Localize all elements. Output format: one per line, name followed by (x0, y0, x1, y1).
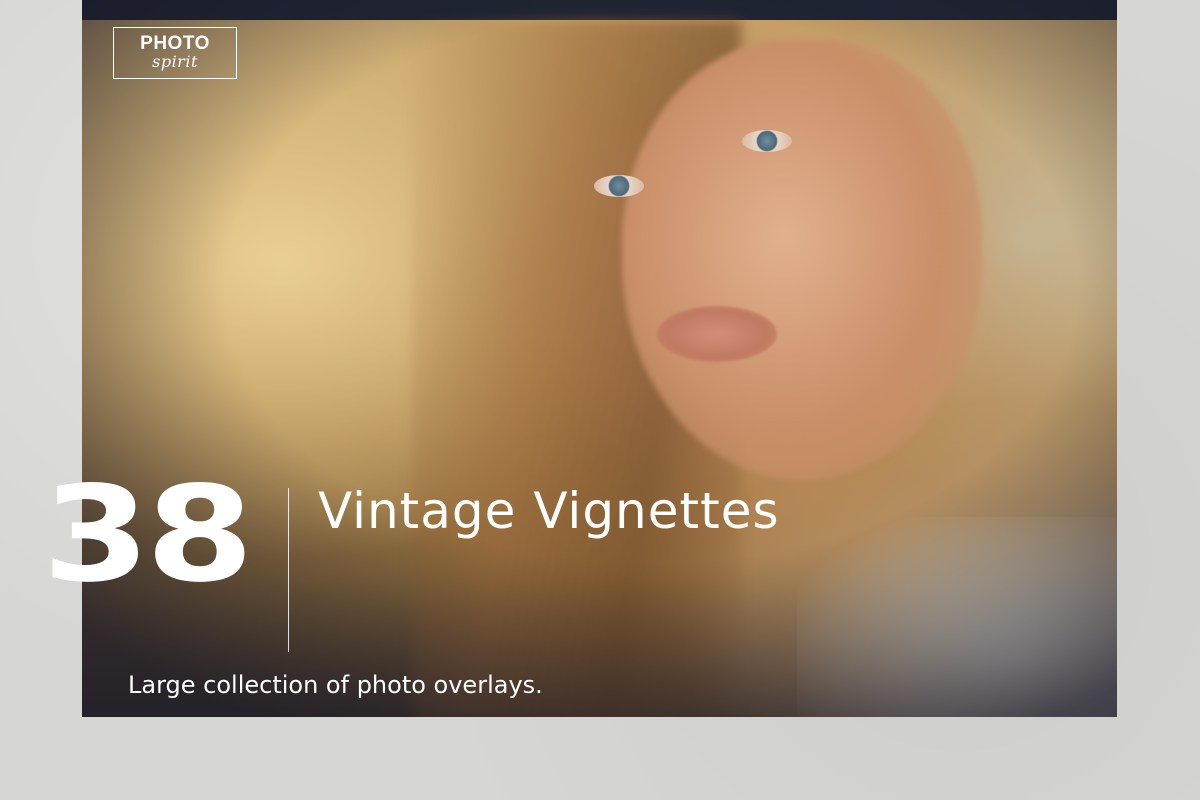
logo-line-1: PHOTO (140, 33, 210, 54)
photo-spirit-logo: PHOTO spirit (113, 27, 237, 79)
logo-line-2: spirit (152, 52, 198, 71)
product-title: Vintage Vignettes (318, 482, 780, 540)
item-count: 38 (42, 458, 254, 612)
headline-divider (288, 488, 289, 652)
product-subtitle: Large collection of photo overlays. (128, 671, 543, 699)
